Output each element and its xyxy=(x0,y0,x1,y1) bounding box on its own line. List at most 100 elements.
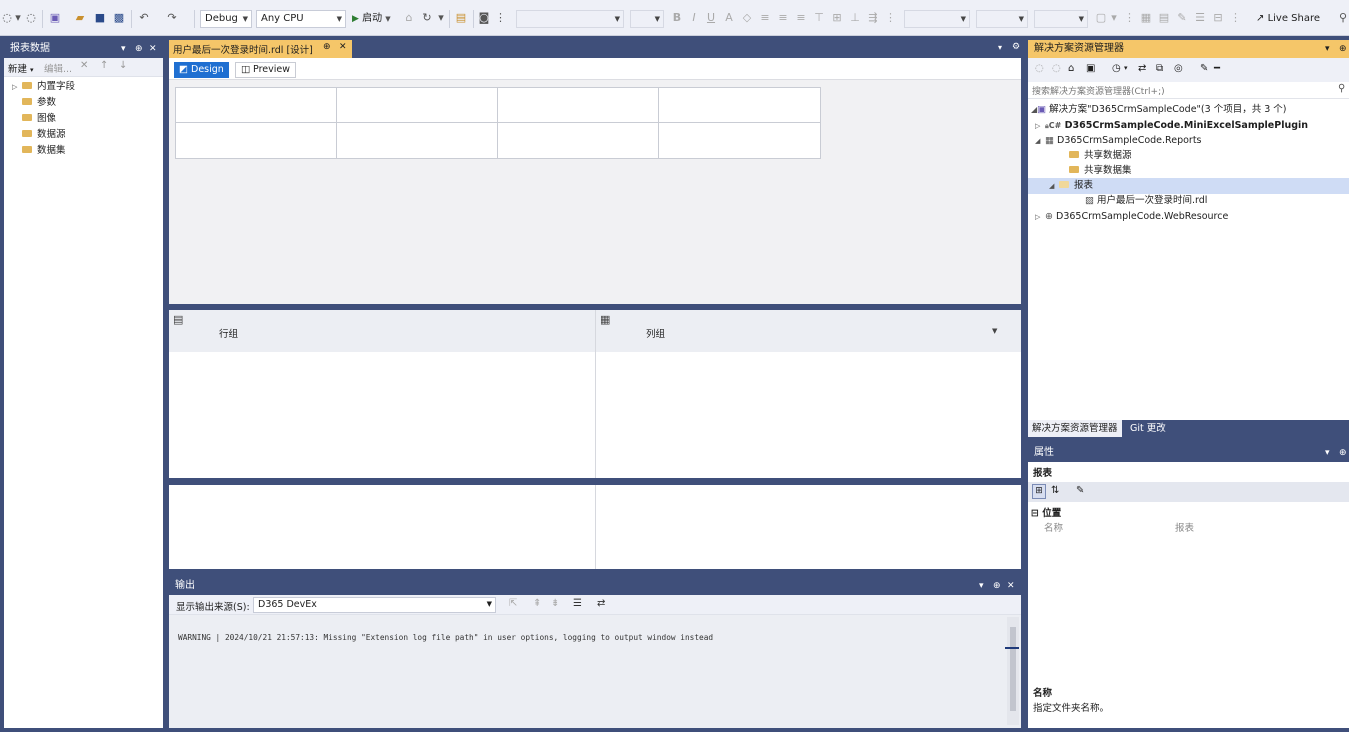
toolbar-overflow-icon[interactable]: ⋮ xyxy=(1230,11,1241,25)
tab-git-changes[interactable]: Git 更改 xyxy=(1126,420,1170,437)
tree-item-builtin-fields[interactable]: ▷ 内置字段 xyxy=(12,79,75,95)
alphabetical-icon[interactable]: ⇅ xyxy=(1051,485,1059,496)
underline-icon[interactable]: U xyxy=(706,11,716,25)
grid-icon[interactable]: ▦ xyxy=(1140,11,1152,25)
column-groups-list[interactable] xyxy=(595,352,1021,478)
report-file-node[interactable]: ▨ 用户最后一次登录时间.rdl xyxy=(1085,193,1207,209)
align-center-icon[interactable]: ≡ xyxy=(777,11,789,25)
project-node-webresource[interactable]: ▷ ⊕ D365CrmSampleCode.WebResource xyxy=(1035,209,1228,225)
align-right-icon[interactable]: ≡ xyxy=(795,11,807,25)
project-node-reports[interactable]: ◢ ▦ D365CrmSampleCode.Reports xyxy=(1035,133,1202,149)
forward-icon[interactable]: ◌ xyxy=(1052,63,1061,74)
document-tab[interactable]: 用户最后一次登录时间.rdl [设计] ⊕ ✕ xyxy=(169,40,352,58)
folder-shared-data-sources[interactable]: 共享数据源 xyxy=(1069,148,1132,164)
new-button[interactable]: 新建 ▾ xyxy=(8,61,34,75)
previous-message-icon[interactable]: ⇞ xyxy=(533,598,541,609)
platform-dropdown[interactable]: Any CPU ▼ xyxy=(256,10,346,28)
window-menu-icon[interactable]: ▾ xyxy=(1325,444,1330,462)
tools-icon[interactable]: ✎ xyxy=(1176,11,1188,25)
show-all-files-icon[interactable]: ◎ xyxy=(1174,63,1183,74)
feedback-icon[interactable]: ⚲ xyxy=(1338,11,1348,25)
close-icon[interactable]: ✕ xyxy=(1007,577,1015,595)
sync-icon[interactable]: ⇄ xyxy=(1138,63,1146,74)
chevron-down-icon[interactable]: ▾ xyxy=(437,11,445,25)
open-folder-icon[interactable]: ▰ xyxy=(74,11,86,25)
pin-icon[interactable]: ⊕ xyxy=(1339,40,1347,58)
start-button[interactable]: ▶ 启动 ▼ xyxy=(352,10,391,28)
property-category[interactable]: ⊟ 位置 xyxy=(1031,505,1061,519)
layout-icon[interactable]: ⊟ xyxy=(1212,11,1224,25)
table-cell[interactable] xyxy=(175,122,337,159)
border-style-dropdown[interactable]: ▼ xyxy=(904,10,970,28)
border-color-dropdown[interactable]: ▼ xyxy=(1034,10,1088,28)
tree-item-data-sources[interactable]: 数据源 xyxy=(22,127,66,143)
delete-icon[interactable]: ✕ xyxy=(80,60,88,71)
back-icon[interactable]: ◌ xyxy=(2,11,12,25)
back-icon[interactable]: ◌ xyxy=(1035,63,1044,74)
table-cell[interactable] xyxy=(658,122,821,159)
forward-icon[interactable]: ◌ xyxy=(26,11,36,25)
tab-solution-explorer[interactable]: 解决方案资源管理器 xyxy=(1028,420,1122,437)
document-menu-icon[interactable]: ▾ xyxy=(998,43,1002,52)
properties-icon[interactable]: ✎ xyxy=(1200,63,1208,74)
refresh-icon[interactable]: ↻ xyxy=(421,11,433,25)
row-groups-list[interactable] xyxy=(169,352,595,478)
font-size-dropdown[interactable]: ▼ xyxy=(630,10,664,28)
expand-arrow-icon[interactable]: ▷ xyxy=(12,79,22,95)
tree-item-images[interactable]: 图像 xyxy=(22,111,56,127)
design-tab[interactable]: ◩ Design xyxy=(174,62,229,78)
bold-icon[interactable]: B xyxy=(672,11,682,25)
expand-arrow-icon[interactable]: ▷ xyxy=(1035,209,1045,225)
table-cell[interactable] xyxy=(336,122,498,159)
collapse-icon[interactable]: ⊟ xyxy=(1031,508,1039,519)
align-left-icon[interactable]: ≡ xyxy=(759,11,771,25)
toolbar-overflow-icon[interactable]: ⋮ xyxy=(495,11,506,25)
property-value[interactable]: 报表 xyxy=(1175,520,1194,534)
word-wrap-icon[interactable]: ⇄ xyxy=(597,598,605,609)
save-all-icon[interactable]: ▩ xyxy=(112,11,126,25)
table-cell[interactable] xyxy=(497,122,659,159)
solution-search-box[interactable]: 搜索解决方案资源管理器(Ctrl+;) ⚲ xyxy=(1028,82,1349,99)
output-source-dropdown[interactable]: D365 DevEx ▼ xyxy=(253,597,496,613)
settings-icon[interactable]: ⚙ xyxy=(1012,42,1020,52)
list-icon[interactable]: ☰ xyxy=(1194,11,1206,25)
new-project-icon[interactable]: ▣ xyxy=(49,11,61,25)
align-top-icon[interactable]: ⊤ xyxy=(813,11,825,25)
save-icon[interactable]: ■ xyxy=(94,11,106,25)
table-cell[interactable] xyxy=(175,87,337,123)
undo-icon[interactable]: ↶ xyxy=(138,11,150,25)
table-cell[interactable] xyxy=(336,87,498,123)
borders-icon[interactable]: ▢ xyxy=(1095,11,1107,25)
pending-changes-icon[interactable]: ◷ xyxy=(1112,63,1121,74)
align-bottom-icon[interactable]: ⊥ xyxy=(849,11,861,25)
folder-reports[interactable]: ◢ 报表 xyxy=(1028,178,1349,194)
collapse-arrow-icon[interactable]: ◢ xyxy=(1035,133,1045,149)
dropdown-arrow-icon[interactable]: ▾ xyxy=(14,11,22,25)
tree-item-datasets[interactable]: 数据集 xyxy=(22,143,66,159)
folder-shared-datasets[interactable]: 共享数据集 xyxy=(1069,163,1132,179)
collapse-arrow-icon[interactable]: ◢ xyxy=(1049,178,1059,194)
solution-config-dropdown[interactable]: Debug ▼ xyxy=(200,10,252,28)
toolbar-overflow-icon[interactable]: ⋮ xyxy=(885,11,896,25)
edit-button[interactable]: 编辑... xyxy=(44,61,72,75)
align-middle-icon[interactable]: ⊞ xyxy=(831,11,843,25)
pin-icon[interactable]: ⊕ xyxy=(993,577,1001,595)
toolbar-overflow-icon[interactable]: ⋮ xyxy=(1124,11,1135,25)
switch-views-icon[interactable]: ▣ xyxy=(1086,63,1095,74)
chevron-down-icon[interactable]: ▾ xyxy=(1110,11,1118,25)
pin-icon[interactable]: ⊕ xyxy=(323,42,331,52)
fill-color-icon[interactable]: ◇ xyxy=(741,11,753,25)
font-color-icon[interactable]: A xyxy=(723,11,735,25)
categorized-icon[interactable]: ⊞ xyxy=(1032,484,1046,499)
format-icon[interactable]: ⇶ xyxy=(867,11,879,25)
border-width-dropdown[interactable]: ▼ xyxy=(976,10,1028,28)
next-message-icon[interactable]: ⇟ xyxy=(551,598,559,609)
collapse-all-icon[interactable]: ⧉ xyxy=(1156,63,1163,74)
find-in-files-icon[interactable]: ▤ xyxy=(455,11,467,25)
table-cell[interactable] xyxy=(658,87,821,123)
redo-icon[interactable]: ↷ xyxy=(166,11,178,25)
property-pages-icon[interactable]: ✎ xyxy=(1076,485,1084,496)
font-name-dropdown[interactable]: ▼ xyxy=(516,10,624,28)
table-icon[interactable]: ▤ xyxy=(1158,11,1170,25)
screenshot-icon[interactable]: ◙ xyxy=(478,11,490,25)
